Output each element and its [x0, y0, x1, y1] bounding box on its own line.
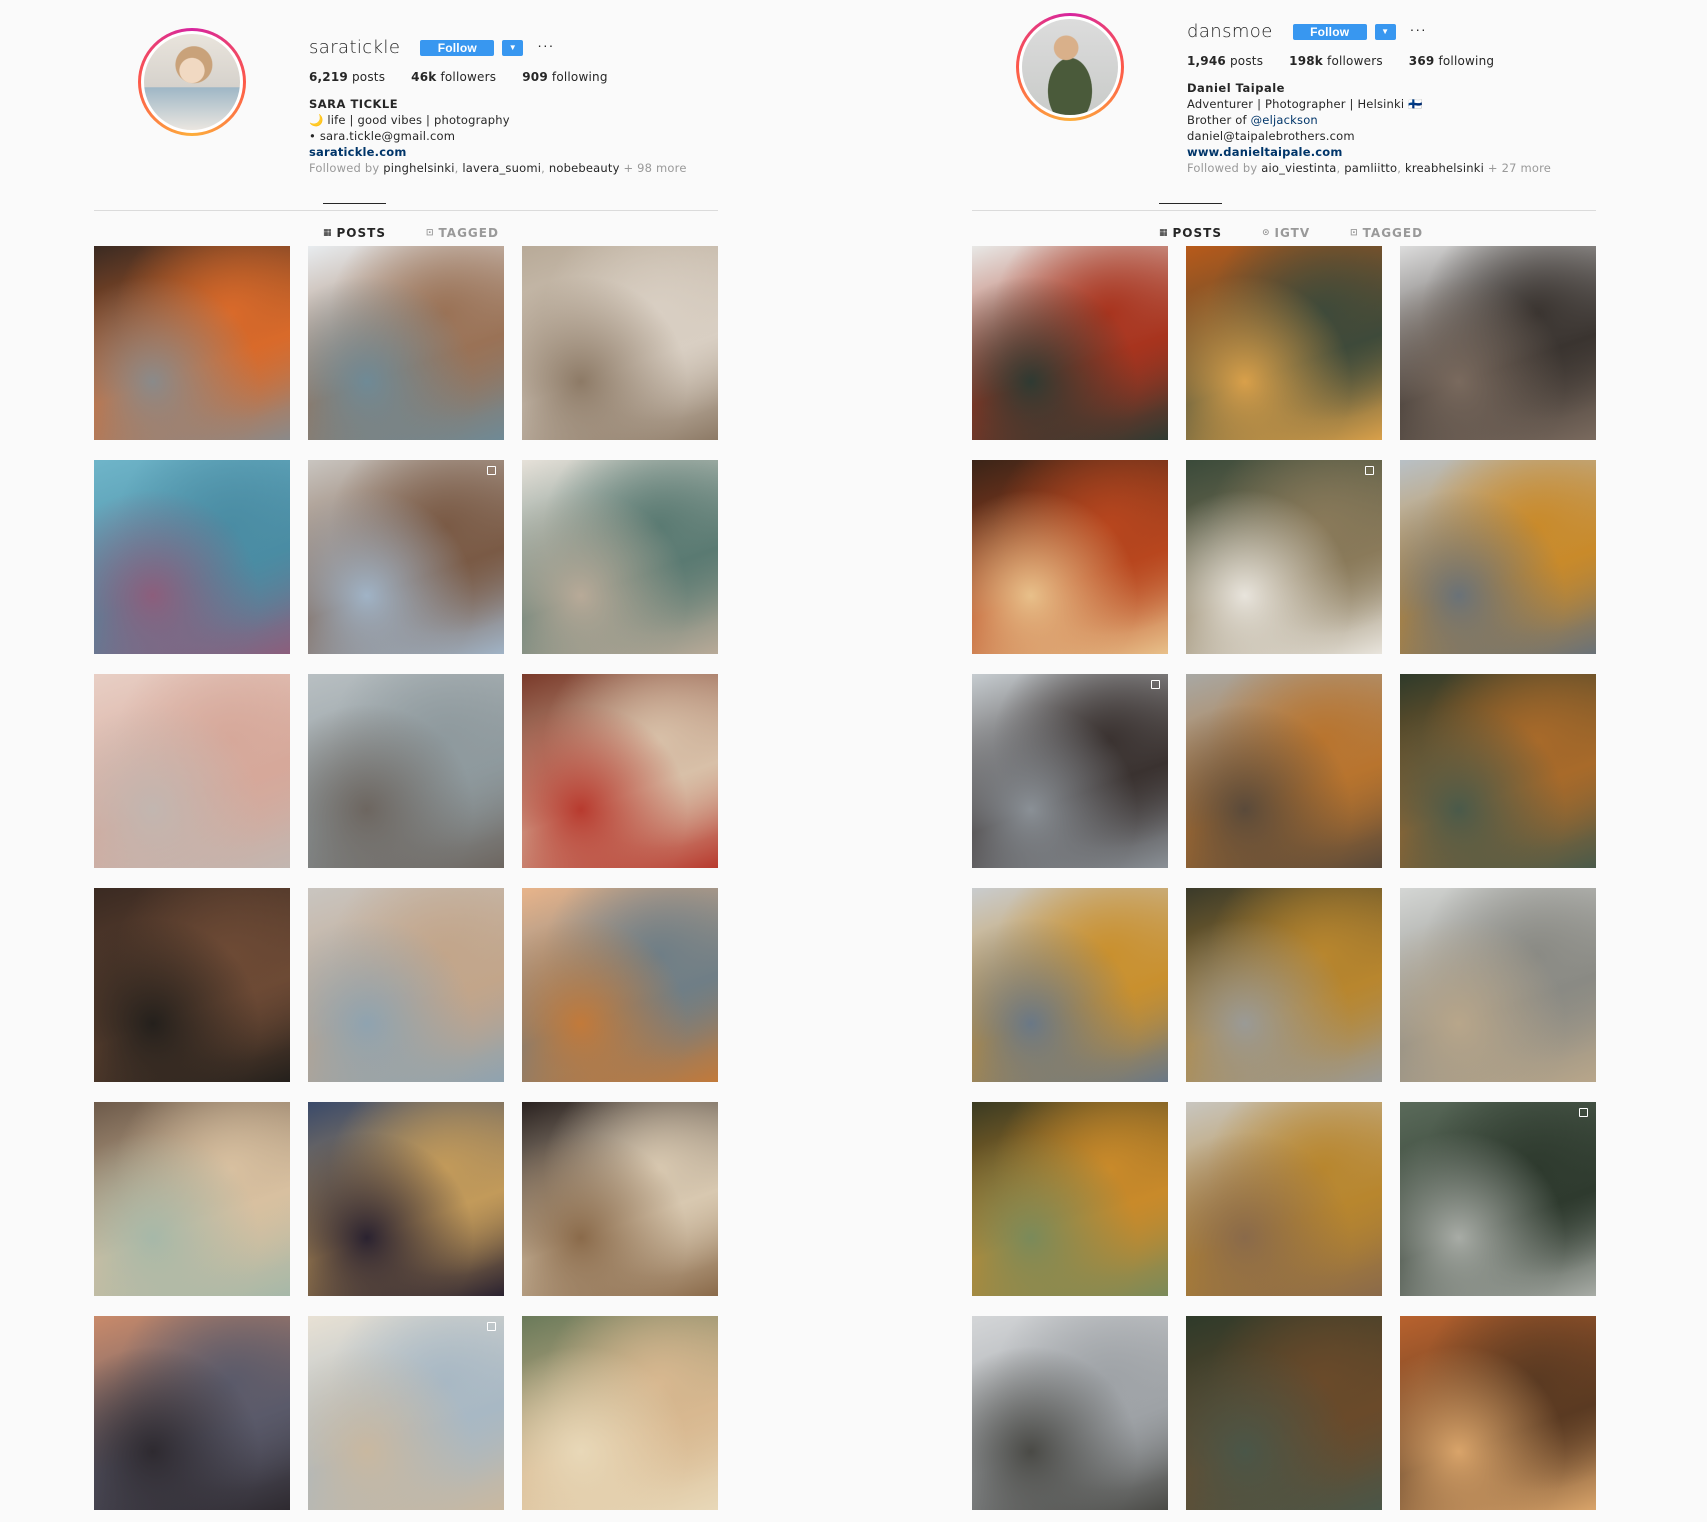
post-thumbnail[interactable]: [972, 246, 1168, 440]
bio-line: Adventurer | Photographer | Helsinki 🇫🇮: [1187, 97, 1423, 111]
grid-icon: ▦: [323, 228, 333, 238]
follower-link[interactable]: aio_viestinta: [1261, 161, 1336, 175]
followed-by: Followed by aio_viestinta, pamliitto, kr…: [1187, 161, 1552, 175]
profile-tabs: ▦ POSTS ⊙ IGTV ⊡ TAGGED: [1159, 203, 1423, 240]
more-options-icon[interactable]: ···: [537, 38, 554, 56]
followed-by: Followed by pinghelsinki, lavera_suomi, …: [309, 161, 687, 175]
profile-stats: 1,946 posts 198k followers 369 following: [1187, 53, 1607, 69]
website-link[interactable]: www.danieltaipale.com: [1187, 145, 1343, 159]
avatar-saratickle[interactable]: [138, 28, 246, 136]
tab-tagged[interactable]: ⊡ TAGGED: [426, 220, 499, 240]
following-count[interactable]: 369 following: [1409, 53, 1494, 69]
followers-count[interactable]: 46k followers: [411, 69, 496, 85]
follow-button[interactable]: Follow: [420, 40, 495, 56]
follower-link[interactable]: nobebeauty: [549, 161, 620, 175]
profile-tabs: ▦ POSTS ⊡ TAGGED: [323, 203, 499, 240]
full-name: SARA TICKLE: [309, 97, 399, 111]
post-thumbnail[interactable]: [1400, 888, 1596, 1082]
post-thumbnail[interactable]: [94, 1102, 290, 1296]
tabs-divider: [972, 210, 1596, 211]
tab-tagged[interactable]: ⊡ TAGGED: [1350, 220, 1423, 240]
post-thumbnail[interactable]: [972, 888, 1168, 1082]
post-thumbnail[interactable]: [1186, 460, 1382, 654]
tab-posts[interactable]: ▦ POSTS: [1159, 203, 1222, 240]
carousel-icon: [487, 1322, 496, 1331]
carousel-icon: [1151, 680, 1160, 689]
post-thumbnail[interactable]: [972, 1316, 1168, 1510]
bio-line: 🌙 life | good vibes | photography: [309, 113, 510, 127]
post-thumbnail[interactable]: [308, 460, 504, 654]
post-thumbnail[interactable]: [1400, 460, 1596, 654]
username[interactable]: dansmoe: [1187, 23, 1273, 41]
follower-link[interactable]: pamliitto: [1344, 161, 1397, 175]
post-thumbnail[interactable]: [308, 1316, 504, 1510]
follower-link[interactable]: kreabhelsinki: [1405, 161, 1484, 175]
grid-icon: ▦: [1159, 228, 1169, 238]
posts-count: 1,946 posts: [1187, 54, 1264, 68]
posts-grid-dansmoe: [972, 246, 1596, 1510]
post-thumbnail[interactable]: [308, 674, 504, 868]
post-thumbnail[interactable]: [94, 460, 290, 654]
bio: SARA TICKLE 🌙 life | good vibes | photog…: [309, 96, 729, 176]
mention-link[interactable]: @eljackson: [1251, 113, 1318, 127]
post-thumbnail[interactable]: [1186, 1102, 1382, 1296]
bio: Daniel Taipale Adventurer | Photographer…: [1187, 80, 1607, 176]
tabs-divider: [94, 210, 718, 211]
caret-down-icon[interactable]: ▼: [502, 40, 524, 56]
post-thumbnail[interactable]: [1186, 674, 1382, 868]
carousel-icon: [487, 466, 496, 475]
post-thumbnail[interactable]: [1400, 1316, 1596, 1510]
post-thumbnail[interactable]: [308, 888, 504, 1082]
tab-posts[interactable]: ▦ POSTS: [323, 203, 386, 240]
post-thumbnail[interactable]: [1400, 246, 1596, 440]
profile-stats: 6,219 posts 46k followers 909 following: [309, 69, 729, 85]
post-thumbnail[interactable]: [522, 674, 718, 868]
post-thumbnail[interactable]: [1400, 674, 1596, 868]
post-thumbnail[interactable]: [522, 1316, 718, 1510]
post-thumbnail[interactable]: [308, 246, 504, 440]
post-thumbnail[interactable]: [94, 674, 290, 868]
bio-email: daniel@taipalebrothers.com: [1187, 129, 1355, 143]
post-thumbnail[interactable]: [1186, 1316, 1382, 1510]
post-thumbnail[interactable]: [308, 1102, 504, 1296]
followers-count[interactable]: 198k followers: [1289, 53, 1383, 69]
avatar-dansmoe[interactable]: [1016, 13, 1124, 121]
website-link[interactable]: saratickle.com: [309, 145, 407, 159]
follow-button[interactable]: Follow: [1292, 24, 1367, 40]
tag-icon: ⊡: [1350, 228, 1359, 238]
tab-igtv[interactable]: ⊙ IGTV: [1262, 220, 1310, 240]
post-thumbnail[interactable]: [972, 1102, 1168, 1296]
bio-line: Brother of @eljackson: [1187, 113, 1318, 127]
carousel-icon: [1365, 466, 1374, 475]
posts-grid-saratickle: [94, 246, 718, 1510]
post-thumbnail[interactable]: [94, 246, 290, 440]
post-thumbnail[interactable]: [94, 888, 290, 1082]
tag-icon: ⊡: [425, 228, 435, 238]
username[interactable]: saratickle: [309, 39, 400, 57]
bio-line: • sara.tickle@gmail.com: [309, 129, 456, 143]
post-thumbnail[interactable]: [972, 460, 1168, 654]
post-thumbnail[interactable]: [1186, 888, 1382, 1082]
post-thumbnail[interactable]: [522, 888, 718, 1082]
following-count[interactable]: 909 following: [522, 69, 607, 85]
more-options-icon[interactable]: ···: [1410, 22, 1427, 40]
posts-count: 6,219 posts: [309, 70, 386, 84]
profile-info-saratickle: saratickle Follow ▼ ··· 6,219 posts 46k …: [309, 36, 729, 176]
full-name: Daniel Taipale: [1187, 81, 1285, 95]
post-thumbnail[interactable]: [94, 1316, 290, 1510]
post-thumbnail[interactable]: [972, 674, 1168, 868]
follower-link[interactable]: lavera_suomi: [462, 161, 541, 175]
igtv-icon: ⊙: [1261, 228, 1271, 238]
post-thumbnail[interactable]: [522, 246, 718, 440]
post-thumbnail[interactable]: [522, 460, 718, 654]
carousel-icon: [1579, 1108, 1588, 1117]
post-thumbnail[interactable]: [1400, 1102, 1596, 1296]
post-thumbnail[interactable]: [1186, 246, 1382, 440]
post-thumbnail[interactable]: [522, 1102, 718, 1296]
profile-info-dansmoe: dansmoe Follow ▼ ··· 1,946 posts 198k fo…: [1187, 20, 1607, 176]
follower-link[interactable]: pinghelsinki: [383, 161, 454, 175]
caret-down-icon[interactable]: ▼: [1374, 24, 1396, 40]
